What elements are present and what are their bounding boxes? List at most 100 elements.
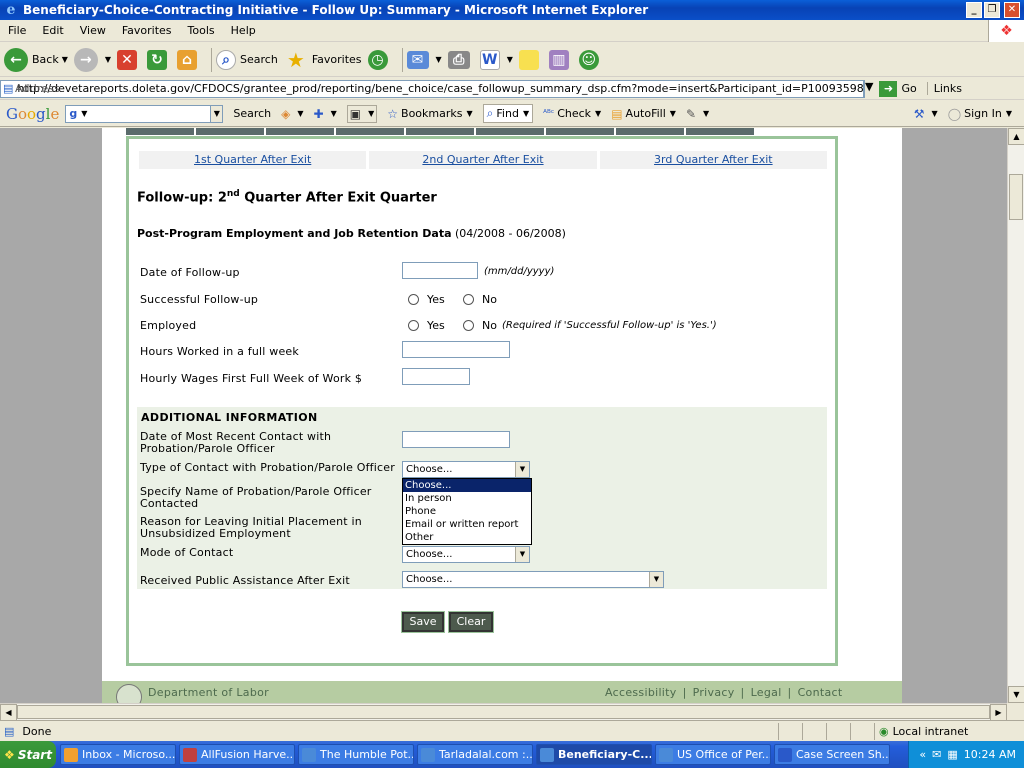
recent-contact-input[interactable] (402, 431, 510, 448)
tray-expand-icon[interactable]: « (919, 748, 926, 761)
highlight-button[interactable]: ✎ ▼ (686, 107, 709, 121)
menu-view[interactable]: View (72, 24, 114, 37)
google-tools-button[interactable]: ◈ ▼ (281, 107, 303, 121)
top-tab[interactable] (126, 128, 194, 135)
go-button[interactable]: ➜ Go (879, 80, 917, 97)
mail-dropdown-icon[interactable]: ▼ (436, 55, 442, 64)
menu-tools[interactable]: Tools (180, 24, 223, 37)
menu-favorites[interactable]: Favorites (114, 24, 180, 37)
clear-button[interactable]: Clear (448, 611, 494, 633)
scroll-down-icon[interactable]: ▼ (1008, 686, 1024, 703)
clock[interactable]: 10:24 AM (964, 748, 1016, 761)
scroll-left-icon[interactable]: ◀ (0, 704, 17, 721)
google-tools-icon: ◈ (281, 106, 291, 121)
forward-dropdown-icon[interactable]: ▼ (105, 55, 111, 64)
tab-quarter-3[interactable]: 3rd Quarter After Exit (599, 151, 827, 169)
research-button[interactable]: ▥ (548, 49, 573, 70)
minimize-button[interactable]: _ (966, 2, 982, 18)
dropdown-option[interactable]: Email or written report (403, 518, 531, 531)
taskbar-item[interactable]: AllFusion Harve... (179, 744, 295, 765)
menu-help[interactable]: Help (223, 24, 264, 37)
employed-no-radio[interactable]: No (463, 319, 497, 332)
back-button[interactable]: ← Back ▼ (4, 47, 68, 72)
employed-yes-radio[interactable]: Yes (408, 319, 445, 332)
top-tab[interactable] (406, 128, 474, 135)
favorites-button[interactable]: ★ Favorites (284, 48, 362, 72)
autofill-button[interactable]: ▤ AutoFill ▼ (611, 107, 676, 121)
google-plus-button[interactable]: ✚ ▼ (314, 107, 337, 121)
successful-yes-radio[interactable]: Yes (408, 293, 445, 306)
tab-quarter-1[interactable]: 1st Quarter After Exit (139, 151, 367, 169)
edit-button[interactable]: W ▼ (479, 49, 513, 70)
top-tab[interactable] (336, 128, 404, 135)
mail-button[interactable]: ✉ ▼ (406, 50, 442, 69)
sign-in-button[interactable]: ◯ Sign In ▼ (948, 107, 1012, 121)
date-followup-input[interactable] (402, 262, 478, 279)
menu-edit[interactable]: Edit (34, 24, 71, 37)
vertical-scroll-thumb[interactable] (1009, 174, 1023, 220)
google-search-input[interactable]: g ▼ (65, 104, 212, 123)
wages-input[interactable] (402, 368, 470, 385)
home-button[interactable]: ⌂ (177, 49, 201, 70)
save-button[interactable]: Save (401, 611, 445, 633)
history-button[interactable]: ◷ (367, 49, 392, 70)
popup-blocker-button[interactable]: ▣ ▼ (346, 104, 378, 123)
mode-contact-select[interactable]: Choose... ▼ (402, 546, 530, 563)
dropdown-option[interactable]: Other (403, 531, 531, 544)
hours-input[interactable] (402, 341, 510, 358)
settings-button[interactable]: ⚒ ▼ (914, 107, 938, 121)
back-dropdown-icon[interactable]: ▼ (62, 55, 68, 64)
top-tab[interactable] (476, 128, 544, 135)
scroll-right-icon[interactable]: ▶ (990, 704, 1007, 721)
messenger-button[interactable]: ☺ (578, 49, 603, 70)
footer-link-privacy[interactable]: Privacy (693, 686, 735, 699)
search-button[interactable]: ⌕ Search (216, 49, 278, 70)
top-tab[interactable] (546, 128, 614, 135)
links-button[interactable]: Links (926, 82, 962, 95)
horizontal-scrollbar[interactable]: ◀ ▶ (0, 703, 1007, 721)
taskbar-item[interactable]: Tarladalal.com :... (417, 744, 533, 765)
public-assistance-select[interactable]: Choose... ▼ (402, 571, 664, 588)
top-tab[interactable] (616, 128, 684, 135)
top-tab[interactable] (196, 128, 264, 135)
top-tab[interactable] (686, 128, 754, 135)
taskbar-item[interactable]: The Humble Pot... (298, 744, 414, 765)
taskbar-item[interactable]: Inbox - Microso... (60, 744, 176, 765)
google-logo[interactable]: Google (0, 105, 65, 123)
restore-button[interactable]: ❐ (984, 2, 1000, 18)
stop-button[interactable]: ✕ (117, 49, 141, 70)
dropdown-option[interactable]: Choose... (403, 479, 531, 492)
taskbar-item[interactable]: US Office of Per... (655, 744, 771, 765)
footer-link-accessibility[interactable]: Accessibility (605, 686, 677, 699)
network-tray-icon[interactable]: ▦ (947, 748, 957, 761)
forward-button[interactable]: → ▼ (73, 47, 111, 72)
dropdown-option[interactable]: In person (403, 492, 531, 505)
footer-link-legal[interactable]: Legal (751, 686, 782, 699)
address-input[interactable]: ▤ http://devetareports.doleta.gov/CFDOCS… (0, 79, 864, 98)
print-button[interactable]: ⎙ (447, 50, 474, 69)
address-dropdown-icon[interactable]: ▼ (864, 79, 873, 98)
vertical-scrollbar[interactable]: ▲ ▼ (1007, 128, 1024, 703)
menu-file[interactable]: File (0, 24, 34, 37)
mail-tray-icon[interactable]: ✉ (932, 748, 941, 761)
bookmarks-button[interactable]: ☆ Bookmarks ▼ (387, 107, 472, 121)
tab-quarter-2[interactable]: 2nd Quarter After Exit (369, 151, 597, 169)
dropdown-option[interactable]: Phone (403, 505, 531, 518)
google-search-dropdown-icon[interactable]: ▼ (211, 104, 224, 123)
successful-no-radio[interactable]: No (463, 293, 497, 306)
close-button[interactable]: ✕ (1004, 2, 1020, 18)
check-button[interactable]: ᴬᴮᶜ Check ▼ (543, 107, 601, 120)
refresh-button[interactable]: ↻ (147, 49, 171, 70)
start-button[interactable]: ❖ Start (0, 741, 56, 768)
contact-type-select[interactable]: Choose... ▼ (402, 461, 530, 478)
top-tab[interactable] (266, 128, 334, 135)
horizontal-scroll-thumb[interactable] (17, 705, 990, 719)
taskbar-item-active[interactable]: Beneficiary-C... (536, 744, 652, 765)
google-search-button[interactable]: Search (233, 107, 271, 120)
scroll-up-icon[interactable]: ▲ (1008, 128, 1024, 145)
notes-button[interactable] (518, 49, 543, 70)
find-button[interactable]: ⌕ Find ▼ (482, 104, 534, 123)
taskbar-item[interactable]: Case Screen Sh... (774, 744, 890, 765)
footer-link-contact[interactable]: Contact (798, 686, 843, 699)
edit-dropdown-icon[interactable]: ▼ (507, 55, 513, 64)
